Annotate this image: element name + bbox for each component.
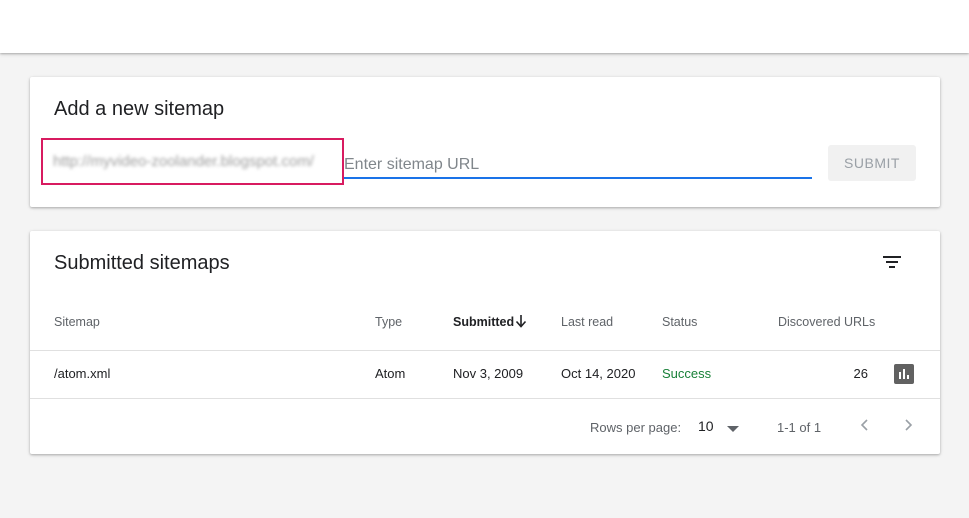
filter-icon[interactable]: [880, 250, 904, 274]
header-divider: [30, 350, 940, 351]
cell-type: Atom: [375, 366, 406, 381]
column-header-type[interactable]: Type: [375, 315, 402, 329]
highlight-box: [41, 138, 344, 185]
column-header-status[interactable]: Status: [662, 315, 697, 329]
top-app-bar: [0, 0, 969, 53]
cell-sitemap: /atom.xml: [54, 366, 111, 381]
submitted-sitemaps-card: Submitted sitemaps Sitemap Type Submitte…: [30, 231, 940, 454]
column-header-sitemap[interactable]: Sitemap: [54, 315, 100, 329]
pagination-range: 1-1 of 1: [777, 420, 822, 435]
add-sitemap-title: Add a new sitemap: [54, 98, 225, 120]
rows-per-page-select[interactable]: 10: [698, 418, 714, 434]
chevron-right-icon[interactable]: [900, 417, 916, 433]
column-header-last-read[interactable]: Last read: [561, 315, 613, 329]
sitemap-url-input[interactable]: [344, 149, 812, 179]
submitted-sitemaps-title: Submitted sitemaps: [54, 252, 230, 274]
column-header-submitted[interactable]: Submitted: [453, 315, 514, 329]
rows-per-page-label: Rows per page:: [590, 420, 682, 435]
row-divider: [30, 398, 940, 399]
chevron-left-icon[interactable]: [857, 417, 873, 433]
chevron-down-icon[interactable]: [727, 426, 739, 432]
arrow-down-icon[interactable]: [515, 314, 527, 328]
cell-last-read: Oct 14, 2020: [561, 366, 636, 381]
cell-submitted: Nov 3, 2009: [453, 366, 524, 381]
bar-chart-icon[interactable]: [894, 364, 914, 384]
add-sitemap-card: Add a new sitemap http://myvideo-zooland…: [30, 77, 940, 207]
cell-discovered-urls: 26: [853, 366, 868, 381]
cell-status: Success: [662, 366, 712, 381]
submit-button[interactable]: SUBMIT: [828, 145, 916, 181]
column-header-discovered-urls[interactable]: Discovered URLs: [778, 315, 875, 329]
